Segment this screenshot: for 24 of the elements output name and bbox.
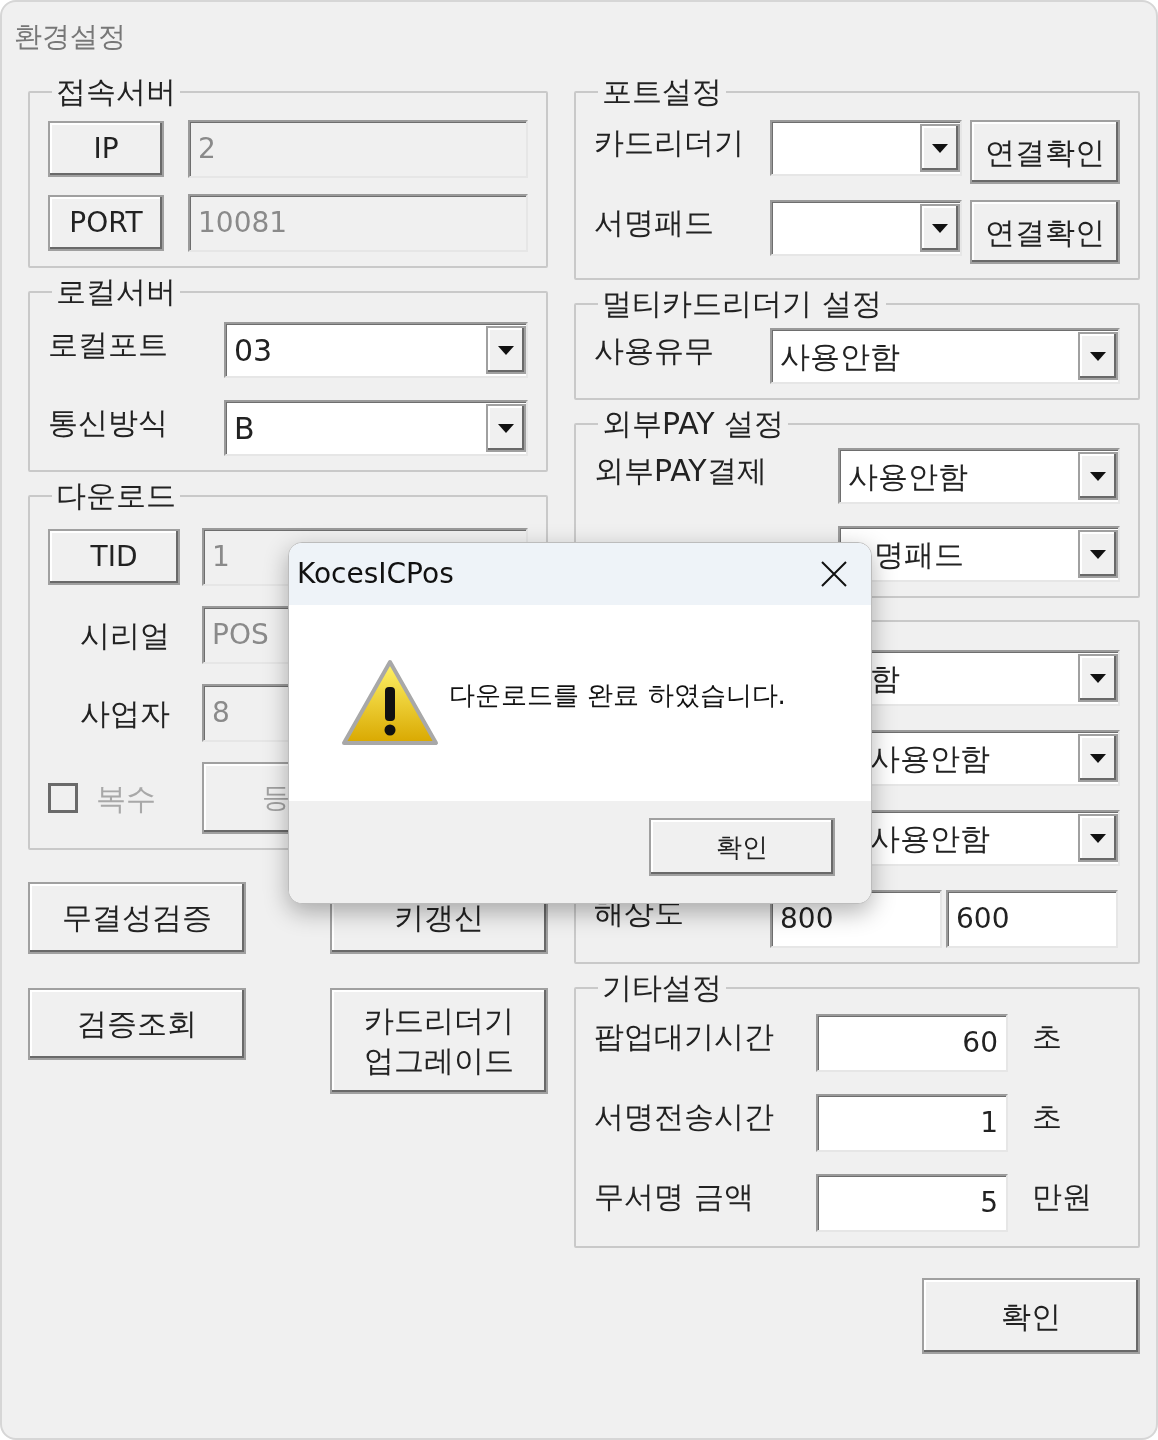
group-title: 접속서버 [55, 73, 177, 111]
group-title: 기타설정 [601, 969, 723, 1007]
field-label: 사업자 [79, 694, 171, 733]
field-label: 서명전송시간 [594, 1098, 775, 1136]
unit-label: 초 [1032, 1098, 1062, 1136]
group-title: 외부PAY 설정 [601, 405, 786, 443]
unit-label: 만원 [1032, 1178, 1092, 1216]
group-title: 포트설정 [601, 73, 723, 111]
dialog-title: KocesICPos [297, 556, 454, 592]
field-label: 카드리더기 [594, 124, 745, 162]
unit-label: 초 [1032, 1018, 1062, 1056]
field-label: 무서명 금액 [594, 1178, 755, 1216]
field-label: 로컬포트 [48, 326, 169, 364]
checkbox-label: 복수 [96, 779, 156, 818]
field-label: 시리얼 [79, 616, 171, 655]
group-title: 멀티카드리더기 설정 [601, 285, 883, 323]
field-label: 통신방식 [48, 404, 169, 442]
group-title: 로컬서버 [55, 273, 177, 311]
field-label: 사용유무 [594, 332, 715, 370]
field-label: 외부PAY결제 [594, 453, 767, 488]
field-label: 팝업대기시간 [594, 1018, 775, 1056]
window-title: 환경설정 [14, 19, 126, 55]
group-title: 다운로드 [55, 477, 177, 515]
field-label: 서명패드 [594, 204, 715, 242]
